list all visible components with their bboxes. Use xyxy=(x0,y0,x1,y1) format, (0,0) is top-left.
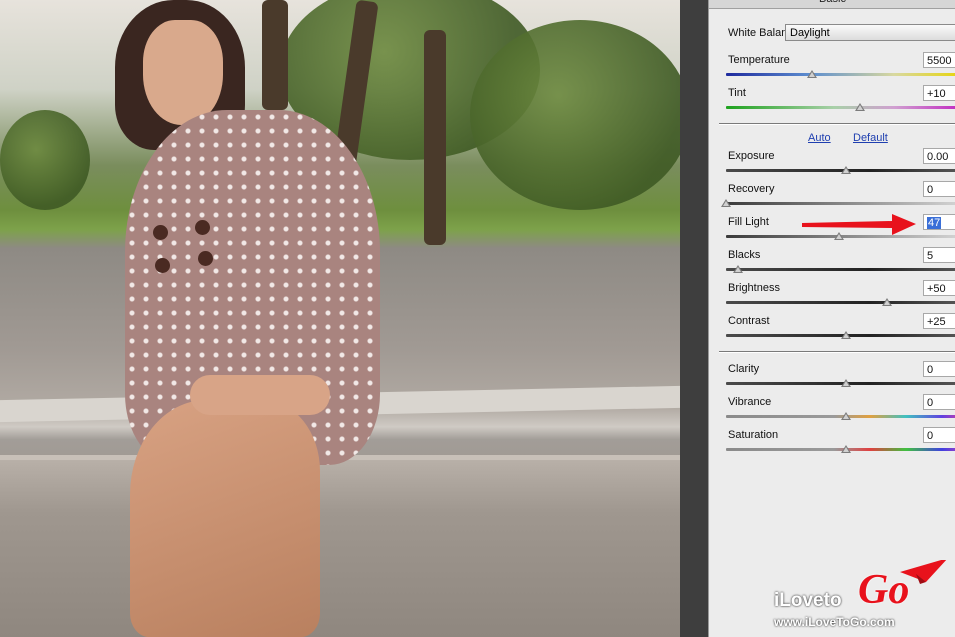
panel-title: Basic xyxy=(709,0,955,9)
logo-text-go: Go xyxy=(858,567,910,613)
fill-light-value-text: 47 xyxy=(927,217,942,229)
recovery-label: Recovery xyxy=(728,183,775,195)
tint-slider-thumb[interactable] xyxy=(855,103,866,111)
contrast-value[interactable]: +25 xyxy=(923,313,955,329)
clarity-value[interactable]: 0 xyxy=(923,361,955,377)
dress-button xyxy=(198,251,213,266)
watermark-logo: iLoveto Go www.iLoveToGo.com xyxy=(770,560,950,635)
brightness-slider[interactable] xyxy=(726,301,955,304)
divider xyxy=(719,351,955,353)
recovery-slider-thumb[interactable] xyxy=(721,199,731,207)
temperature-slider[interactable] xyxy=(726,73,955,76)
fill-light-label: Fill Light xyxy=(728,216,769,228)
exposure-slider-thumb[interactable] xyxy=(841,166,851,174)
tree-canopy xyxy=(470,20,680,210)
white-balance-select[interactable]: Daylight xyxy=(785,24,955,41)
temperature-label: Temperature xyxy=(728,54,790,66)
divider xyxy=(719,123,955,125)
arm xyxy=(190,375,330,415)
brightness-slider-thumb[interactable] xyxy=(881,298,892,306)
tint-value[interactable]: +10 xyxy=(923,85,955,101)
brightness-value[interactable]: +50 xyxy=(923,280,955,296)
recovery-slider[interactable] xyxy=(726,202,955,205)
default-link[interactable]: Default xyxy=(853,132,888,144)
basic-tab-content: Basic White Balance: Daylight Temperatur… xyxy=(708,0,955,637)
clarity-label: Clarity xyxy=(728,363,760,375)
vibrance-slider-thumb[interactable] xyxy=(841,412,851,420)
exposure-label: Exposure xyxy=(728,150,775,162)
saturation-label: Saturation xyxy=(728,429,779,441)
blacks-slider[interactable] xyxy=(726,268,955,271)
annotation-arrow-icon xyxy=(802,214,916,235)
dress-button xyxy=(155,258,170,273)
blacks-slider-thumb[interactable] xyxy=(733,265,743,273)
person xyxy=(55,0,380,637)
photo-preview xyxy=(0,0,680,637)
vibrance-label: Vibrance xyxy=(728,396,772,408)
adjustment-panel: Basic White Balance: Daylight Temperatur… xyxy=(680,0,955,637)
legs xyxy=(130,400,320,637)
tree-trunk xyxy=(424,30,446,245)
contrast-slider-thumb[interactable] xyxy=(841,331,851,339)
clarity-slider-thumb[interactable] xyxy=(841,379,851,387)
dress-button xyxy=(195,220,210,235)
tint-label: Tint xyxy=(728,87,746,99)
brightness-label: Brightness xyxy=(728,282,780,294)
temperature-value[interactable]: 5500 xyxy=(923,52,955,68)
vibrance-value[interactable]: 0 xyxy=(923,394,955,410)
exposure-value[interactable]: 0.00 xyxy=(923,148,955,164)
recovery-value[interactable]: 0 xyxy=(923,181,955,197)
blacks-label: Blacks xyxy=(728,249,761,261)
logo-text-main: iLoveto xyxy=(774,590,842,611)
logo-url: www.iLoveToGo.com xyxy=(774,615,895,629)
blacks-value[interactable]: 5 xyxy=(923,247,955,263)
dress-button xyxy=(153,225,168,240)
tint-slider[interactable] xyxy=(726,106,955,109)
auto-link[interactable]: Auto xyxy=(808,132,831,144)
face xyxy=(143,20,223,125)
contrast-label: Contrast xyxy=(728,315,770,327)
saturation-slider-thumb[interactable] xyxy=(841,445,851,453)
temperature-slider-thumb[interactable] xyxy=(807,70,818,78)
fill-light-value[interactable]: 47 xyxy=(923,214,955,230)
saturation-value[interactable]: 0 xyxy=(923,427,955,443)
